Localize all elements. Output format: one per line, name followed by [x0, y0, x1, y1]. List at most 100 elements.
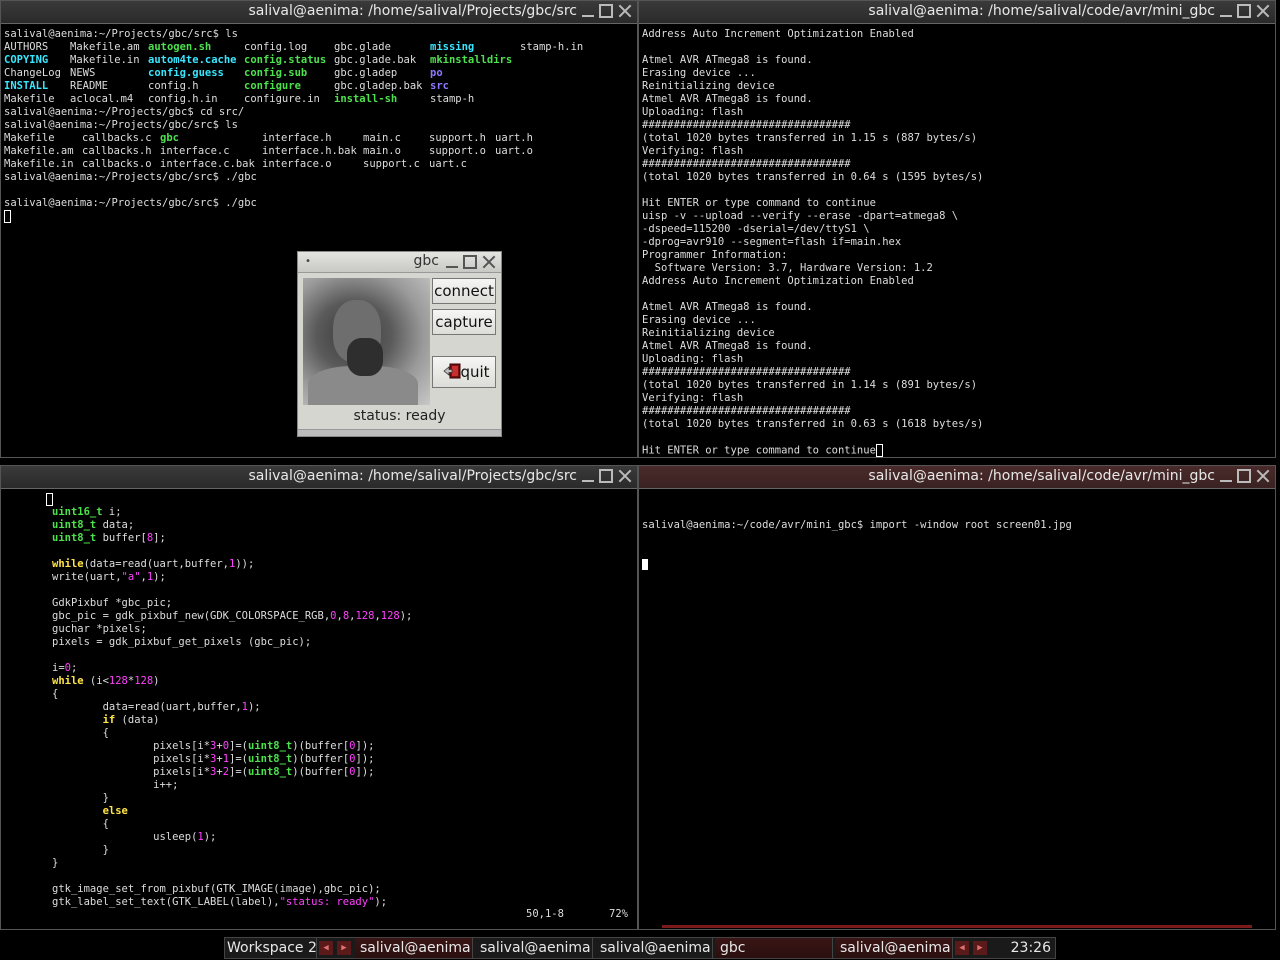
maximize-icon[interactable]: [599, 469, 613, 483]
window-title: salival@aenima: /home/salival/code/avr/m…: [868, 468, 1215, 484]
terminal-line: #################################: [642, 119, 851, 131]
terminal-window-top-right[interactable]: salival@aenima: /home/salival/code/avr/m…: [638, 0, 1276, 458]
code-line: write(uart,"a",1);: [46, 571, 634, 584]
clock: 23:26: [991, 938, 1055, 958]
taskbar-item-label: gbc: [720, 940, 746, 956]
close-icon[interactable]: [618, 4, 632, 18]
code-line: {: [46, 818, 634, 831]
code-token: "status: ready": [279, 896, 375, 908]
file-entry: interface.h.bak: [262, 145, 357, 157]
code-token: 128: [134, 675, 154, 687]
window-titlebar[interactable]: salival@aenima: /home/salival/Projects/g…: [1, 466, 637, 489]
arrow-left-icon[interactable]: ◀: [319, 941, 333, 955]
code-token: uint16_t: [52, 506, 103, 518]
arrow-left-icon[interactable]: ◀: [955, 941, 969, 955]
file-entry: interface.h: [262, 132, 332, 144]
terminal-line: Erasing device ...: [642, 314, 756, 326]
scrollbar-track[interactable]: [662, 925, 1252, 928]
terminal-line: Hit ENTER or type command to continue: [642, 444, 1272, 457]
arrow-right-icon[interactable]: ▶: [973, 941, 987, 955]
code-token: ];: [153, 532, 166, 544]
file-entry: interface.c: [160, 145, 230, 157]
file-entry: ChangeLog: [4, 67, 61, 79]
camera-image: [303, 278, 430, 405]
close-icon[interactable]: [1256, 469, 1270, 483]
code-token: );: [203, 831, 217, 843]
ls-row: Makefile aclocal.m4 config.h.in configure.i…: [4, 93, 634, 106]
file-entry: po: [430, 67, 443, 79]
minimize-icon[interactable]: [445, 255, 459, 269]
code-line: pixels[i*3+1]=(uint8_t)(buffer[0]);: [46, 753, 634, 766]
terminal-line: (total 1020 bytes transferred in 0.64 s …: [642, 171, 984, 183]
terminal-output[interactable]: Address Auto Increment Optimization Enab…: [642, 28, 1272, 457]
file-entry: missing: [430, 41, 475, 53]
quit-button[interactable]: quit: [432, 356, 496, 388]
code-token: ;: [70, 662, 78, 674]
file-entry: callbacks.o: [82, 158, 152, 170]
file-entry: autom4te.cache: [148, 54, 237, 66]
terminal-line: Hit ENTER or type command to continue: [642, 197, 876, 209]
ls-row: AUTHORS Makefile.am autogen.sh config.log gb…: [4, 41, 634, 54]
capture-label: capture: [435, 313, 493, 331]
code-line: else: [46, 805, 634, 818]
code-line: pixels[i*3+0]=(uint8_t)(buffer[0]);: [46, 740, 634, 753]
workspace-switcher[interactable]: Workspace 2: [225, 938, 317, 958]
window-titlebar[interactable]: salival@aenima: /home/salival/Projects/g…: [1, 1, 637, 24]
taskbar-item[interactable]: salival@aenima: [835, 938, 953, 958]
vim-editor[interactable]: uint16_t i; uint8_t data; uint8_t buffer[8…: [46, 493, 634, 929]
close-icon[interactable]: [1256, 4, 1270, 18]
terminal-line: Software Version: 3.7, Hardware Version:…: [642, 262, 933, 274]
terminal-output[interactable]: salival@aenima:~/code/avr/mini_gbc$ impo…: [642, 493, 1272, 929]
taskbar-item[interactable]: salival@aenima: [355, 938, 473, 958]
terminal-line: (total 1020 bytes transferred in 1.15 s …: [642, 132, 978, 144]
code-token: )(buffer[: [292, 740, 350, 752]
vim-cursor-position: 50,1-8: [526, 908, 564, 920]
terminal-window-bottom-right[interactable]: salival@aenima: /home/salival/code/avr/m…: [638, 465, 1276, 930]
file-entry: config.status: [244, 54, 327, 66]
dialog-titlebar[interactable]: • gbc: [298, 252, 501, 273]
terminal-line: Reinitializing device: [642, 80, 775, 92]
code-line: uint8_t data;: [46, 519, 634, 532]
terminal-line: Uploading: flash: [642, 353, 744, 365]
terminal-line: Address Auto Increment Optimization Enab…: [642, 275, 914, 287]
window-titlebar[interactable]: salival@aenima: /home/salival/code/avr/m…: [639, 466, 1275, 489]
terminal-line: salival@aenima:~/Projects/gbc/src$ ./gbc: [4, 197, 257, 209]
file-entry: support.o: [429, 145, 486, 157]
file-entry: uart.c: [429, 158, 467, 170]
window-menu-icon[interactable]: •: [301, 255, 315, 269]
dialog-resize-bar[interactable]: [298, 429, 501, 436]
code-token: while: [52, 558, 84, 570]
minimize-icon[interactable]: [1219, 469, 1233, 483]
capture-button[interactable]: capture: [432, 309, 496, 335]
code-token: ]);: [355, 740, 375, 752]
close-icon[interactable]: [618, 469, 632, 483]
arrow-right-icon[interactable]: ▶: [337, 941, 351, 955]
code-token: uint8_t: [248, 766, 293, 778]
maximize-icon[interactable]: [1237, 4, 1251, 18]
terminal-line: #################################: [642, 405, 851, 417]
vim-window-bottom-left[interactable]: salival@aenima: /home/salival/Projects/g…: [0, 465, 638, 930]
maximize-icon[interactable]: [463, 255, 477, 269]
file-entry: configure: [244, 80, 301, 92]
close-icon[interactable]: [482, 255, 496, 269]
minimize-icon[interactable]: [581, 4, 595, 18]
minimize-icon[interactable]: [581, 469, 595, 483]
gbc-dialog[interactable]: • gbc connect capture quit status: ready: [297, 251, 502, 437]
ls-row: Makefile.in callbacks.o interface.c.bak int…: [4, 158, 634, 171]
code-token: }: [52, 844, 109, 856]
minimize-icon[interactable]: [1219, 4, 1233, 18]
file-entry: callbacks.h: [82, 145, 152, 157]
taskbar-item[interactable]: gbc: [715, 938, 833, 958]
taskbar-item[interactable]: salival@aenima: [475, 938, 593, 958]
code-token: uint8_t: [52, 532, 97, 544]
code-token: );: [247, 701, 261, 713]
vim-scroll-percent: 72%: [609, 908, 628, 920]
maximize-icon[interactable]: [599, 4, 613, 18]
taskbar-item[interactable]: salival@aenima: [595, 938, 713, 958]
code-token: );: [374, 896, 388, 908]
connect-button[interactable]: connect: [432, 278, 496, 304]
maximize-icon[interactable]: [1237, 469, 1251, 483]
code-token: ): [153, 675, 160, 687]
window-titlebar[interactable]: salival@aenima: /home/salival/code/avr/m…: [639, 1, 1275, 24]
